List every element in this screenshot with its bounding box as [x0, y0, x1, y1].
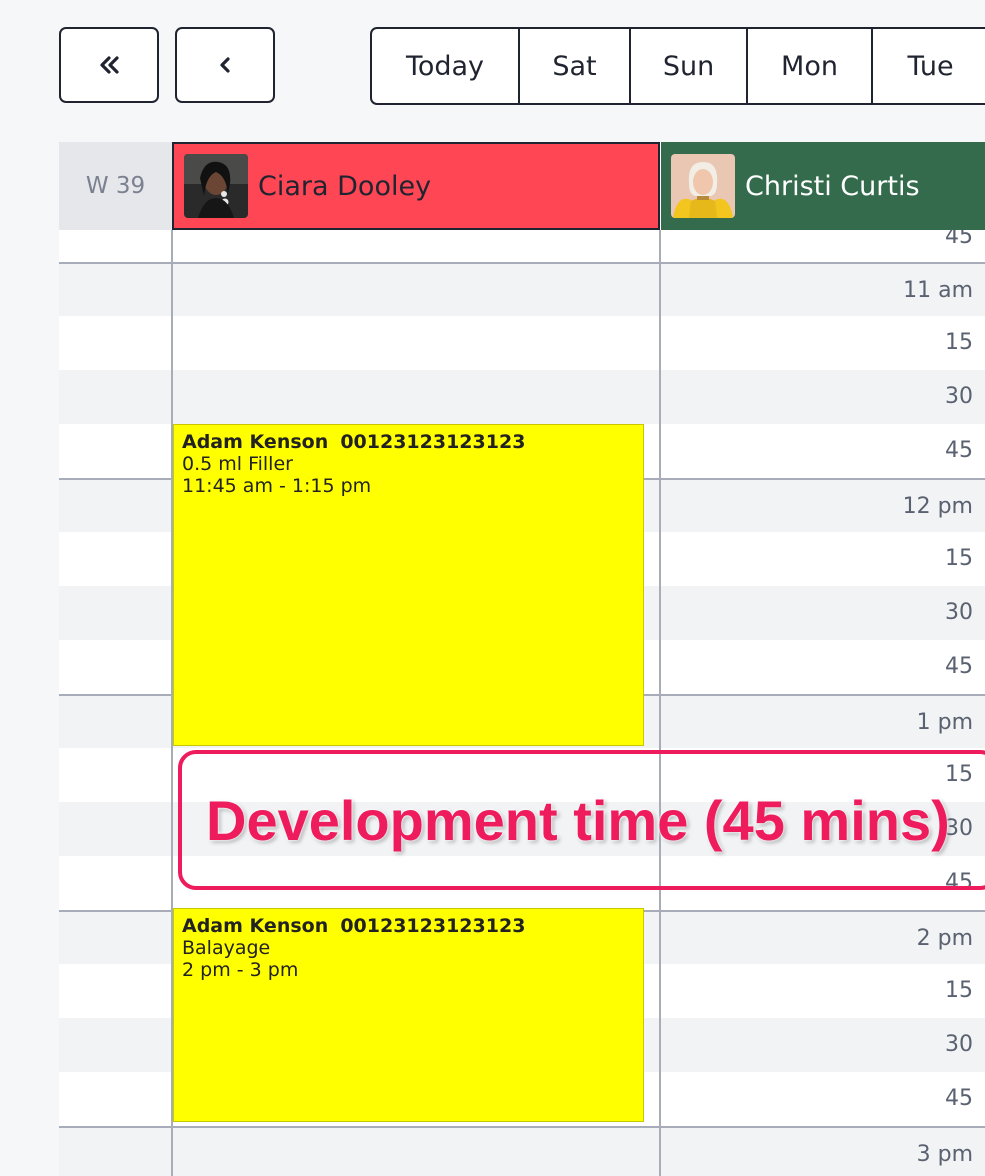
client-phone: 00123123123123: [340, 431, 526, 453]
time-label: 15: [945, 978, 973, 1003]
time-label: 30: [945, 384, 973, 409]
today-button[interactable]: Today: [372, 29, 520, 103]
time-row[interactable]: 11 am: [59, 262, 985, 316]
appointment-time: 2 pm - 3 pm: [182, 959, 299, 981]
time-row[interactable]: 3 pm: [59, 1126, 985, 1176]
calendar-grid: 45 11 am 15 30 45 12 pm 15 30 45 1 pm 15…: [59, 142, 985, 1176]
staff-name: Ciara Dooley: [258, 170, 432, 202]
appointment-time: 11:45 am - 1:15 pm: [182, 475, 372, 497]
service-name: 0.5 ml Filler: [182, 453, 293, 475]
calendar-header: W 39 Ciara Dooley Christi Curtis: [59, 142, 985, 230]
time-row[interactable]: 30: [59, 370, 985, 424]
avatar: [184, 154, 248, 218]
time-label: 45: [945, 654, 973, 679]
column-divider: [659, 142, 661, 1176]
calendar-page: Today Sat Sun Mon Tue 45 11 am 15 30 45: [0, 0, 985, 1176]
day-button-sat[interactable]: Sat: [520, 29, 631, 103]
time-label: 11 am: [903, 278, 973, 303]
time-row[interactable]: 15: [59, 316, 985, 370]
previous-button[interactable]: [175, 27, 275, 103]
annotation-text: Development time (45 mins): [206, 788, 950, 852]
staff-header-christi-curtis[interactable]: Christi Curtis: [661, 142, 985, 230]
chevrons-left-icon: [100, 56, 119, 74]
appointment-card[interactable]: Adam Kenson 00123123123123 0.5 ml Filler…: [173, 424, 644, 746]
staff-header-ciara-dooley[interactable]: Ciara Dooley: [172, 142, 660, 230]
time-label: 45: [945, 1086, 973, 1111]
day-button-mon[interactable]: Mon: [748, 29, 873, 103]
time-label: 12 pm: [902, 494, 973, 519]
time-label: 30: [945, 600, 973, 625]
chevron-left-icon: [220, 57, 230, 73]
appointment-title: Adam Kenson 00123123123123: [182, 431, 635, 453]
time-label: 15: [945, 546, 973, 571]
client-name: Adam Kenson: [182, 431, 329, 453]
annotation-callout: Development time (45 mins): [178, 750, 985, 890]
time-label: 45: [945, 438, 973, 463]
client-name: Adam Kenson: [182, 915, 329, 937]
day-selector: Today Sat Sun Mon Tue: [370, 27, 985, 105]
client-phone: 00123123123123: [340, 915, 526, 937]
time-label: 30: [945, 1032, 973, 1057]
day-button-sun[interactable]: Sun: [631, 29, 748, 103]
service-name: Balayage: [182, 937, 271, 959]
time-label: 3 pm: [916, 1142, 973, 1167]
appointment-card[interactable]: Adam Kenson 00123123123123 Balayage 2 pm…: [173, 908, 644, 1122]
avatar: [671, 154, 735, 218]
first-page-button[interactable]: [59, 27, 159, 103]
week-number: W 39: [59, 142, 172, 230]
time-label: 2 pm: [916, 926, 973, 951]
day-button-tue[interactable]: Tue: [873, 29, 985, 103]
time-label: 15: [945, 330, 973, 355]
time-label: 45: [945, 230, 973, 249]
appointment-title: Adam Kenson 00123123123123: [182, 915, 635, 937]
staff-name: Christi Curtis: [745, 170, 920, 202]
time-label: 1 pm: [916, 710, 973, 735]
time-row[interactable]: 45: [59, 230, 985, 262]
